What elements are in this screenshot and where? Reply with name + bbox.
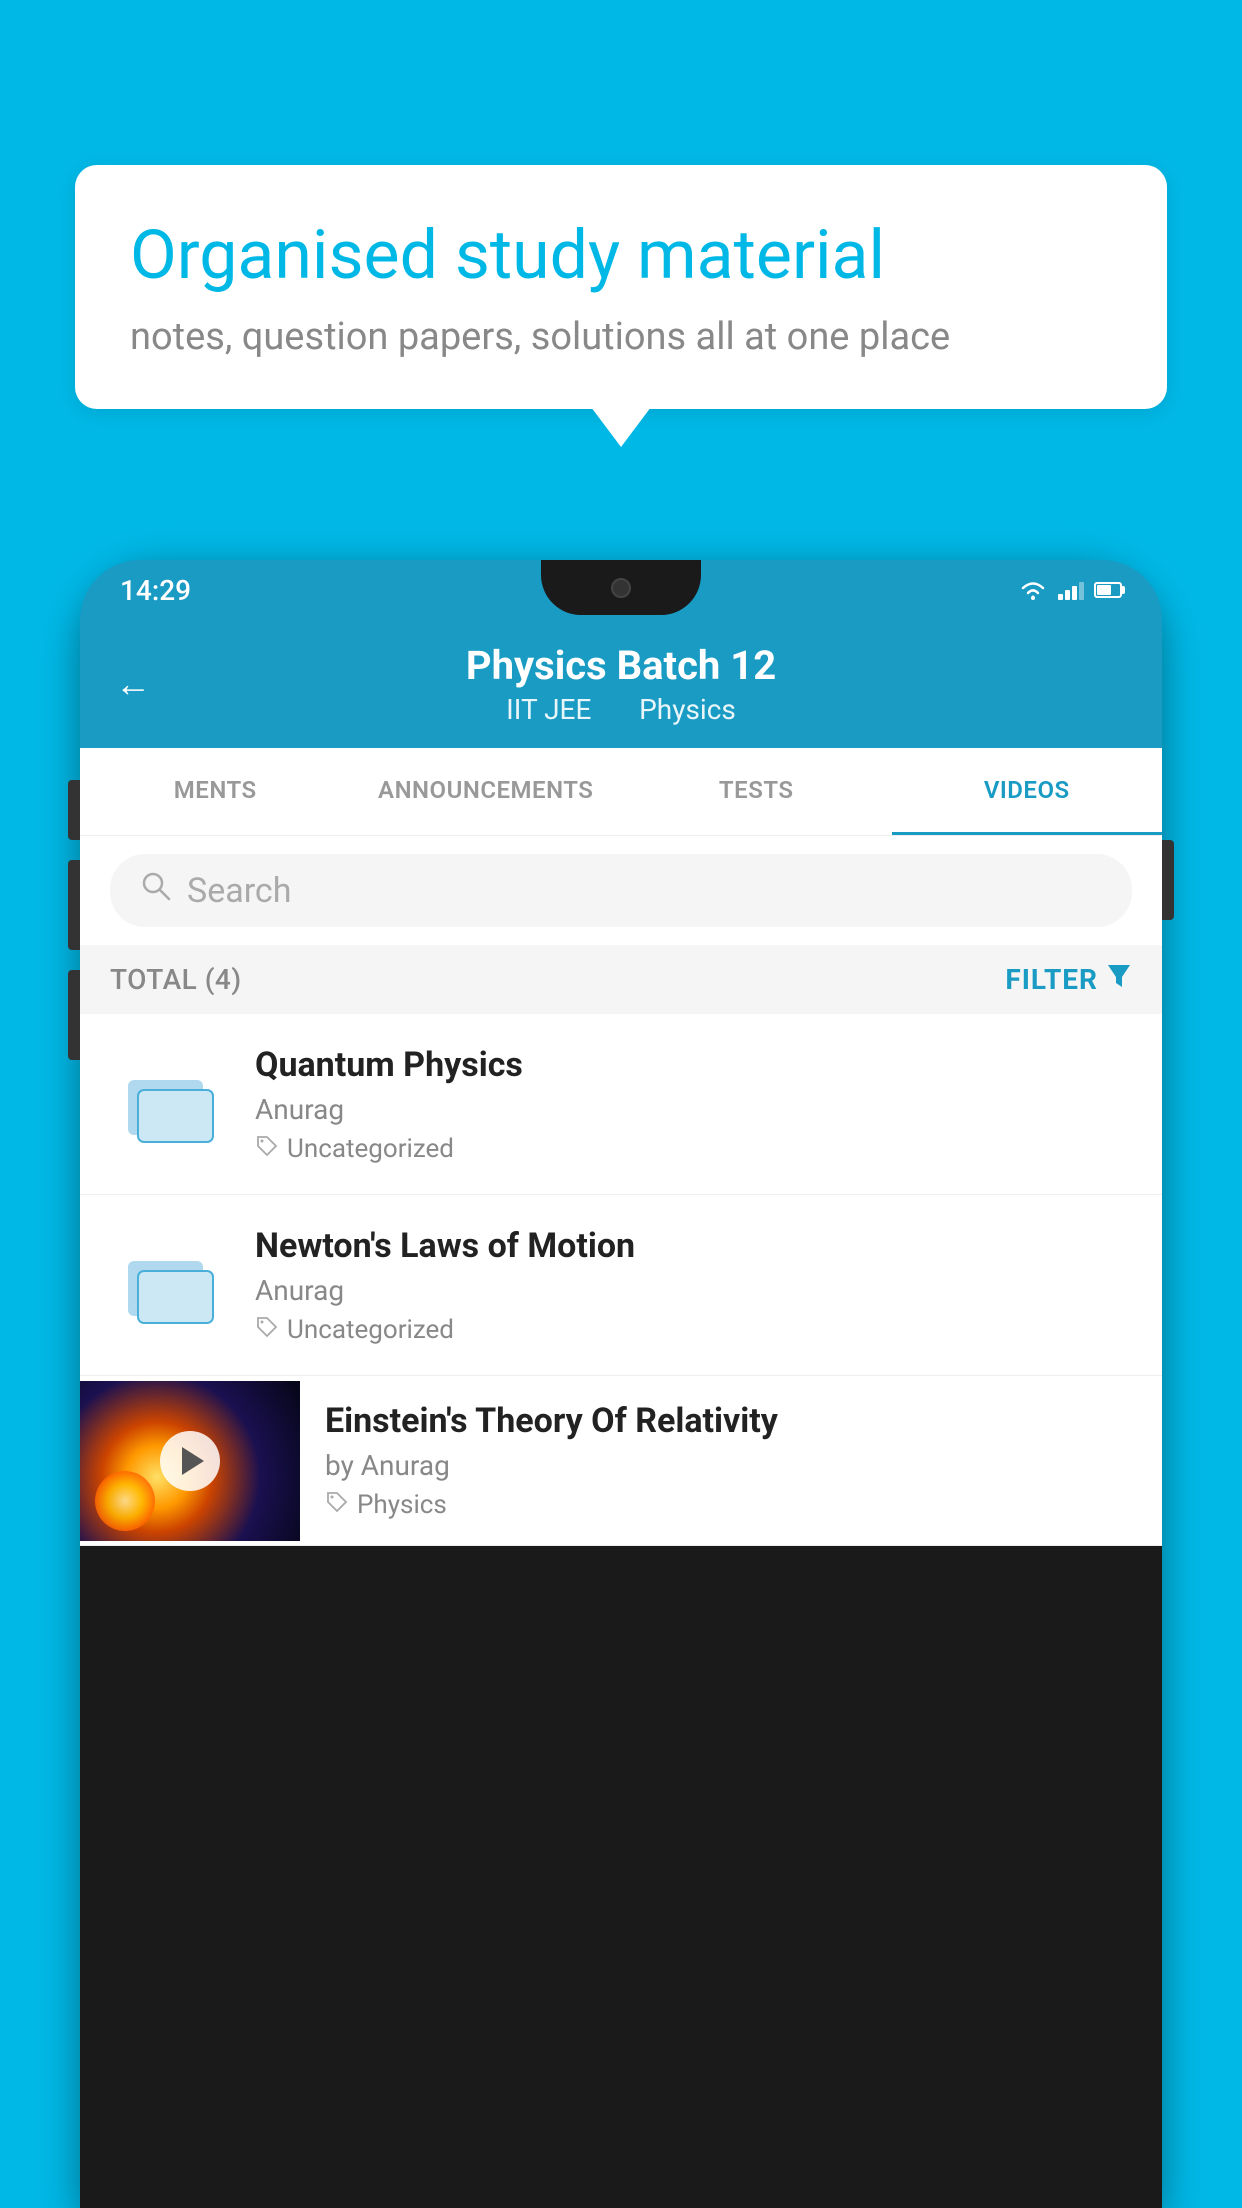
video-tag-2: Uncategorized [255, 1315, 1132, 1345]
header-subtitle: IIT JEE Physics [496, 693, 746, 726]
search-icon [140, 870, 172, 911]
camera [611, 578, 631, 598]
tab-tests[interactable]: TESTS [621, 748, 892, 835]
bubble-subtitle: notes, question papers, solutions all at… [130, 315, 1112, 359]
tag-icon-3 [325, 1490, 349, 1520]
video-tag-3: Physics [325, 1490, 1132, 1520]
folder-icon-1 [110, 1044, 230, 1164]
notch [541, 560, 701, 615]
tab-bar: MENTS ANNOUNCEMENTS TESTS VIDEOS [80, 748, 1162, 836]
video-author-2: Anurag [255, 1274, 1132, 1307]
speech-bubble: Organised study material notes, question… [75, 165, 1167, 409]
status-icons [1018, 579, 1122, 601]
video-title-1: Quantum Physics [255, 1045, 1132, 1085]
tab-ments[interactable]: MENTS [80, 748, 351, 835]
battery-icon [1094, 582, 1122, 598]
filter-icon [1106, 963, 1132, 996]
back-button[interactable]: ← [115, 663, 151, 705]
video-tag-text-3: Physics [357, 1490, 447, 1520]
play-triangle [182, 1447, 204, 1475]
video-item-3[interactable]: Einstein's Theory Of Relativity by Anura… [80, 1376, 1162, 1546]
video-item-1[interactable]: Quantum Physics Anurag Uncategorized [80, 1014, 1162, 1195]
filter-button[interactable]: FILTER [1005, 963, 1132, 996]
filter-label: FILTER [1005, 963, 1098, 996]
status-bar: 14:29 [80, 560, 1162, 620]
video-author-3: by Anurag [325, 1449, 1132, 1482]
wifi-icon [1018, 579, 1048, 601]
video-tag-1: Uncategorized [255, 1134, 1132, 1164]
status-time: 14:29 [120, 574, 191, 607]
header-tag1: IIT JEE [506, 693, 591, 726]
volume-down-button [68, 860, 80, 950]
video-author-1: Anurag [255, 1093, 1132, 1126]
search-bar: Search [80, 836, 1162, 945]
tag-icon-2 [255, 1315, 279, 1345]
video-thumbnail-3 [80, 1381, 300, 1541]
video-item-2[interactable]: Newton's Laws of Motion Anurag Uncategor… [80, 1195, 1162, 1376]
volume-up-button [68, 780, 80, 840]
power-button [1162, 840, 1174, 920]
play-button-3[interactable] [160, 1431, 220, 1491]
video-title-3: Einstein's Theory Of Relativity [325, 1401, 1132, 1441]
bubble-title: Organised study material [130, 215, 1112, 297]
phone-frame: 14:29 ← Physics Batch 12 [80, 560, 1162, 2208]
silent-button [68, 970, 80, 1060]
video-tag-text-1: Uncategorized [287, 1134, 454, 1164]
header-title: Physics Batch 12 [466, 642, 776, 689]
search-input-wrapper[interactable]: Search [110, 854, 1132, 927]
video-title-2: Newton's Laws of Motion [255, 1226, 1132, 1266]
video-info-2: Newton's Laws of Motion Anurag Uncategor… [255, 1226, 1132, 1345]
total-count: TOTAL (4) [110, 963, 242, 996]
signal-icon [1058, 580, 1084, 600]
video-list: Quantum Physics Anurag Uncategorized [80, 1014, 1162, 1546]
video-tag-text-2: Uncategorized [287, 1315, 454, 1345]
video-info-1: Quantum Physics Anurag Uncategorized [255, 1045, 1132, 1164]
app-header: ← Physics Batch 12 IIT JEE Physics [80, 620, 1162, 748]
tab-videos[interactable]: VIDEOS [892, 748, 1163, 835]
header-tag2: Physics [639, 693, 736, 726]
tab-announcements[interactable]: ANNOUNCEMENTS [351, 748, 622, 835]
folder-icon-2 [110, 1225, 230, 1345]
phone-screen: Search TOTAL (4) FILTER [80, 836, 1162, 1546]
video-info-3: Einstein's Theory Of Relativity by Anura… [325, 1376, 1132, 1545]
filter-bar: TOTAL (4) FILTER [80, 945, 1162, 1014]
tag-icon-1 [255, 1134, 279, 1164]
search-placeholder: Search [187, 871, 291, 911]
